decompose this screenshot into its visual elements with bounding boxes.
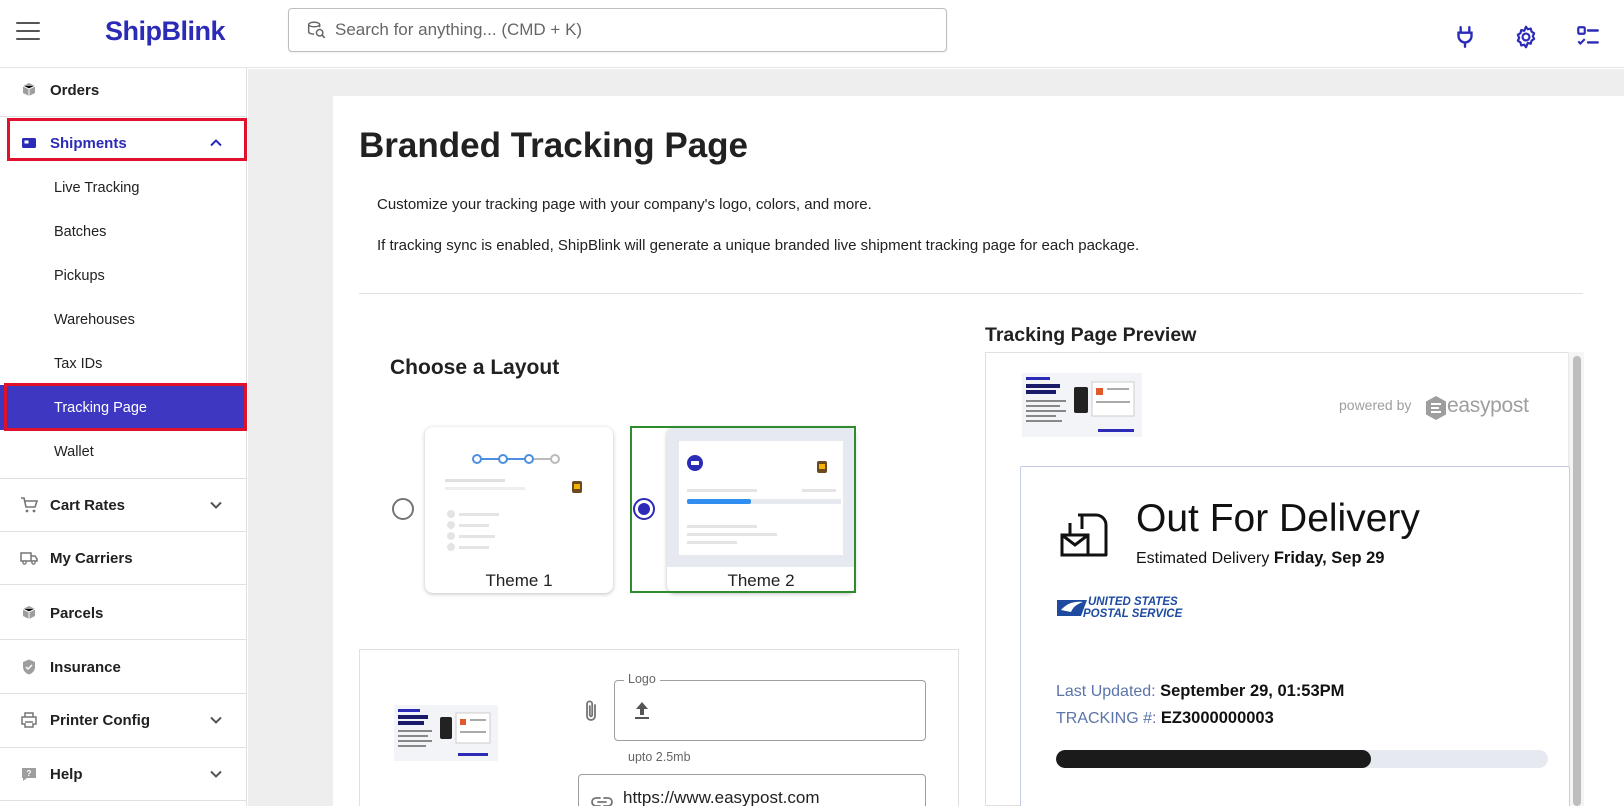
tracking-number: TRACKING #: EZ3000000003: [1056, 709, 1274, 728]
powered-by-text: powered by: [1339, 397, 1412, 413]
preview-title: Tracking Page Preview: [985, 324, 1197, 346]
upload-icon: [635, 702, 649, 719]
chevron-up-icon[interactable]: [209, 136, 223, 150]
top-bar: ShipBlink: [0, 0, 1624, 68]
delivery-status: Out For Delivery: [1136, 497, 1420, 540]
sidebar-subitem-tracking-page[interactable]: Tracking Page: [0, 385, 247, 430]
chevron-down-icon[interactable]: [209, 498, 223, 512]
sidebar-item-insurance[interactable]: Insurance: [0, 641, 247, 693]
truck-icon: [20, 552, 38, 565]
delivery-progress-fill: [1056, 750, 1371, 768]
sidebar-subitem-warehouses[interactable]: Warehouses: [0, 298, 247, 342]
sidebar-item-printer-config[interactable]: Printer Config: [0, 694, 247, 746]
layout-section-title: Choose a Layout: [390, 356, 560, 379]
last-updated-value: September 29, 01:53PM: [1160, 682, 1345, 700]
orders-box-icon: [22, 83, 36, 96]
chevron-down-icon[interactable]: [209, 713, 223, 727]
sidebar-subitem-tax-ids[interactable]: Tax IDs: [0, 342, 247, 386]
easypost-brand: easypost: [1447, 394, 1529, 417]
page-description: Customize your tracking page with your c…: [377, 196, 872, 213]
sidebar-item-parcels[interactable]: Parcels: [0, 587, 247, 639]
svg-text:?: ?: [27, 769, 32, 778]
sidebar-subitem-live-tracking[interactable]: Live Tracking: [0, 166, 247, 210]
sidebar-item-shipments[interactable]: Shipments: [0, 117, 247, 169]
theme-2-card[interactable]: Theme 2: [667, 427, 855, 593]
website-url-field[interactable]: https://www.easypost.com: [578, 774, 926, 806]
sidebar-item-cart-rates[interactable]: Cart Rates: [0, 479, 247, 531]
checklist-icon[interactable]: [1575, 24, 1601, 50]
sidebar-subitem-wallet[interactable]: Wallet: [0, 430, 247, 474]
sidebar-item-label: Printer Config: [50, 711, 150, 729]
gear-icon[interactable]: [1513, 24, 1539, 50]
sidebar-item-label: Insurance: [50, 658, 121, 676]
delivery-progress-bar: [1056, 750, 1548, 768]
cart-icon: [21, 497, 38, 513]
sidebar-item-label: Parcels: [50, 604, 104, 622]
divider: [359, 293, 1583, 294]
easypost-logo-icon: [1426, 396, 1446, 420]
estimated-delivery-date: Friday, Sep 29: [1273, 549, 1385, 567]
preview-scrollbar[interactable]: [1568, 352, 1584, 806]
help-icon: ?: [22, 768, 36, 781]
search-input[interactable]: [335, 20, 935, 40]
logo-field-label: Logo: [624, 672, 660, 686]
page-description-sync: If tracking sync is enabled, ShipBlink w…: [377, 237, 1140, 254]
logo-upload-field[interactable]: [614, 680, 926, 741]
sidebar-item-help[interactable]: ? Help: [0, 748, 247, 800]
logo-preview-thumbnail: [394, 705, 498, 761]
menu-icon[interactable]: [16, 22, 40, 42]
usps-line-2: POSTAL SERVICE: [1083, 608, 1183, 620]
sidebar-item-label: Orders: [50, 81, 100, 99]
tracking-number-label: TRACKING #:: [1056, 710, 1157, 727]
last-updated: Last Updated: September 29, 01:53PM: [1056, 682, 1344, 701]
preview-logo-thumbnail: [1022, 373, 1142, 437]
mailbox-icon: [1060, 513, 1108, 557]
theme-1-card[interactable]: Theme 1: [425, 427, 613, 593]
app-logo[interactable]: ShipBlink: [105, 16, 226, 47]
estimated-delivery-label: Estimated Delivery: [1136, 550, 1270, 567]
sidebar-item-label: Cart Rates: [50, 496, 126, 514]
sidebar-item-orders[interactable]: Orders: [0, 64, 247, 116]
link-icon: [591, 797, 613, 806]
logo-size-hint: upto 2.5mb: [628, 750, 691, 764]
shipment-icon: [22, 138, 36, 148]
usps-line-1: UNITED STATES: [1088, 596, 1178, 608]
sidebar-item-label: Help: [50, 765, 83, 783]
theme-1-thumbnail: [445, 454, 582, 551]
shield-icon: [23, 659, 35, 675]
theme-2-radio[interactable]: [633, 498, 655, 520]
search-box[interactable]: [288, 8, 947, 52]
chevron-down-icon[interactable]: [209, 767, 223, 781]
tracking-number-value: EZ3000000003: [1160, 709, 1274, 727]
scrollbar-thumb[interactable]: [1573, 356, 1581, 806]
theme-2-thumbnail: [667, 427, 855, 567]
sidebar-subitem-batches[interactable]: Batches: [0, 210, 247, 254]
sidebar-item-my-carriers[interactable]: My Carriers: [0, 532, 247, 584]
theme-2-label: Theme 2: [727, 571, 795, 590]
sidebar-item-label: My Carriers: [50, 549, 133, 567]
search-icon: [307, 21, 326, 39]
sidebar-subitem-pickups[interactable]: Pickups: [0, 254, 247, 298]
printer-icon: [21, 712, 37, 728]
parcel-icon: [22, 606, 36, 619]
estimated-delivery: Estimated Delivery Friday, Sep 29: [1136, 549, 1385, 568]
plug-icon[interactable]: [1452, 24, 1478, 50]
attachment-icon[interactable]: [580, 698, 602, 724]
theme-1-radio[interactable]: [392, 498, 414, 520]
website-url-value: https://www.easypost.com: [623, 788, 820, 806]
last-updated-label: Last Updated:: [1056, 683, 1156, 700]
sidebar-item-label: Shipments: [50, 134, 127, 152]
page-title: Branded Tracking Page: [359, 126, 749, 165]
theme-1-label: Theme 1: [485, 571, 553, 590]
